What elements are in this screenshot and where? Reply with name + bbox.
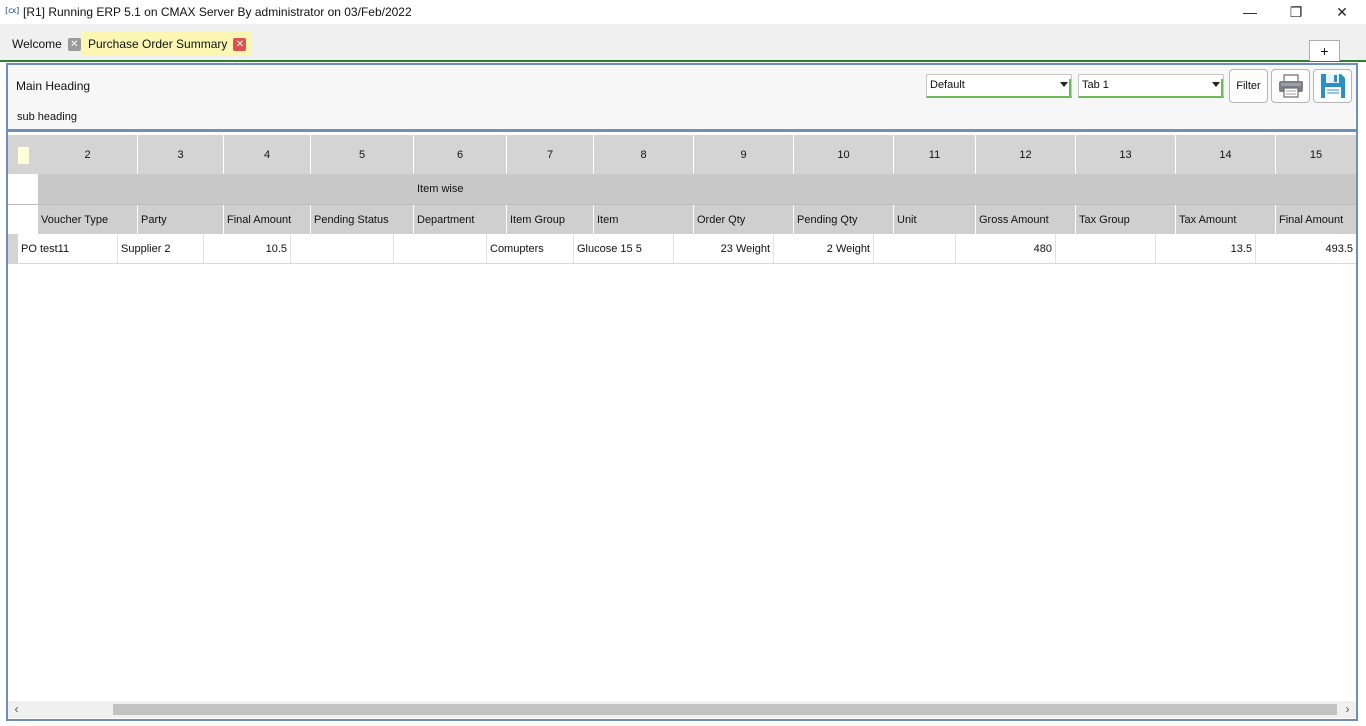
scroll-right-icon[interactable]: › <box>1339 701 1356 718</box>
select-accent <box>1221 79 1223 96</box>
table-cell[interactable]: 480 <box>956 234 1056 263</box>
column-header[interactable]: Item <box>594 205 694 234</box>
row-selector-handle[interactable] <box>18 147 29 164</box>
table-cell[interactable]: Glucose 15 5 <box>574 234 674 263</box>
group-header-row: Item wise <box>8 174 1356 204</box>
filter-button[interactable]: Filter <box>1229 69 1268 103</box>
sub-heading: sub heading <box>17 111 77 123</box>
window-title: [R1] Running ERP 5.1 on CMAX Server By a… <box>23 5 412 19</box>
tab-select-value: Tab 1 <box>1082 79 1109 91</box>
report-header: Main Heading sub heading Default Tab 1 F… <box>8 65 1356 132</box>
select-accent <box>1069 79 1071 96</box>
save-button[interactable] <box>1313 69 1352 103</box>
close-icon[interactable]: ✕ <box>67 37 81 51</box>
column-header[interactable]: Order Qty <box>694 205 794 234</box>
column-number[interactable]: 11 <box>894 135 976 174</box>
floppy-disk-icon <box>1320 74 1345 98</box>
column-number[interactable]: 9 <box>694 135 794 174</box>
column-number[interactable]: 7 <box>507 135 594 174</box>
column-number[interactable]: 13 <box>1076 135 1176 174</box>
column-number[interactable]: 14 <box>1176 135 1276 174</box>
table-cell[interactable] <box>394 234 487 263</box>
column-header[interactable]: Pending Qty <box>794 205 894 234</box>
close-icon[interactable]: ✕ <box>233 37 247 51</box>
chevron-down-icon <box>1060 82 1068 87</box>
column-header[interactable]: Tax Group <box>1076 205 1176 234</box>
tab-select[interactable]: Tab 1 <box>1078 74 1224 98</box>
column-header-row: Voucher Type Party Final Amount Pending … <box>8 204 1356 234</box>
close-window-button[interactable]: ✕ <box>1319 0 1365 24</box>
table-cell[interactable]: 493.5 <box>1256 234 1356 263</box>
column-header[interactable]: Tax Amount <box>1176 205 1276 234</box>
tab-purchase-order-summary[interactable]: Purchase Order Summary ✕ <box>82 32 253 56</box>
column-number[interactable]: 3 <box>138 135 224 174</box>
column-header[interactable]: Item Group <box>507 205 594 234</box>
scrollbar-thumb[interactable] <box>113 704 1337 715</box>
app-icon: [cx] <box>4 6 20 15</box>
table-cell[interactable] <box>874 234 956 263</box>
table-cell[interactable]: 13.5 <box>1156 234 1256 263</box>
maximize-button[interactable]: ❐ <box>1273 0 1319 24</box>
table-cell[interactable]: 10.5 <box>204 234 291 263</box>
column-number[interactable]: 2 <box>38 135 138 174</box>
column-number[interactable]: 5 <box>311 135 414 174</box>
column-header[interactable]: Party <box>138 205 224 234</box>
column-number[interactable]: 8 <box>594 135 694 174</box>
header-row-stub <box>8 205 38 234</box>
row-stub <box>8 234 18 264</box>
column-number-row: 2 3 4 5 6 7 8 9 10 11 12 13 14 15 <box>8 135 1356 174</box>
table-cell[interactable] <box>1056 234 1156 263</box>
column-number[interactable]: 4 <box>224 135 311 174</box>
chevron-down-icon <box>1212 82 1220 87</box>
column-header[interactable]: Final Amount <box>1276 205 1356 234</box>
printer-icon <box>1278 74 1303 98</box>
minimize-button[interactable]: — <box>1227 0 1273 24</box>
print-button[interactable] <box>1271 69 1310 103</box>
column-header[interactable]: Pending Status <box>311 205 414 234</box>
table-row[interactable]: PO test11 Supplier 2 10.5 Comupters Gluc… <box>8 234 1356 264</box>
table-cell[interactable]: 23 Weight <box>674 234 774 263</box>
main-heading: Main Heading <box>16 79 91 93</box>
add-tab-button[interactable]: + <box>1309 40 1340 61</box>
column-header[interactable]: Final Amount <box>224 205 311 234</box>
scroll-left-icon[interactable]: ‹ <box>8 701 25 718</box>
column-number[interactable]: 15 <box>1276 135 1356 174</box>
view-select[interactable]: Default <box>926 74 1072 98</box>
column-header[interactable]: Unit <box>894 205 976 234</box>
column-number[interactable]: 6 <box>414 135 507 174</box>
group-row-stub <box>8 174 38 204</box>
table-cell[interactable] <box>291 234 394 263</box>
horizontal-scrollbar[interactable]: ‹ › <box>8 701 1356 718</box>
column-header[interactable]: Gross Amount <box>976 205 1076 234</box>
tab-welcome-label: Welcome <box>12 37 62 51</box>
column-number[interactable]: 12 <box>976 135 1076 174</box>
table-cell[interactable]: Supplier 2 <box>118 234 204 263</box>
report-panel: Main Heading sub heading Default Tab 1 F… <box>6 63 1358 721</box>
table-cell[interactable]: PO test11 <box>18 234 118 263</box>
column-header[interactable]: Voucher Type <box>38 205 138 234</box>
column-header[interactable]: Department <box>414 205 507 234</box>
column-number[interactable]: 10 <box>794 135 894 174</box>
title-bar: [cx] [R1] Running ERP 5.1 on CMAX Server… <box>0 0 1366 24</box>
tab-purchase-order-summary-label: Purchase Order Summary <box>88 37 228 51</box>
tab-welcome[interactable]: Welcome ✕ <box>6 32 87 56</box>
table-cell[interactable]: 2 Weight <box>774 234 874 263</box>
view-select-value: Default <box>930 79 965 91</box>
tab-strip: Welcome ✕ Purchase Order Summary ✕ + <box>0 24 1366 62</box>
table-cell[interactable]: Comupters <box>487 234 574 263</box>
group-label: Item wise <box>417 183 464 195</box>
